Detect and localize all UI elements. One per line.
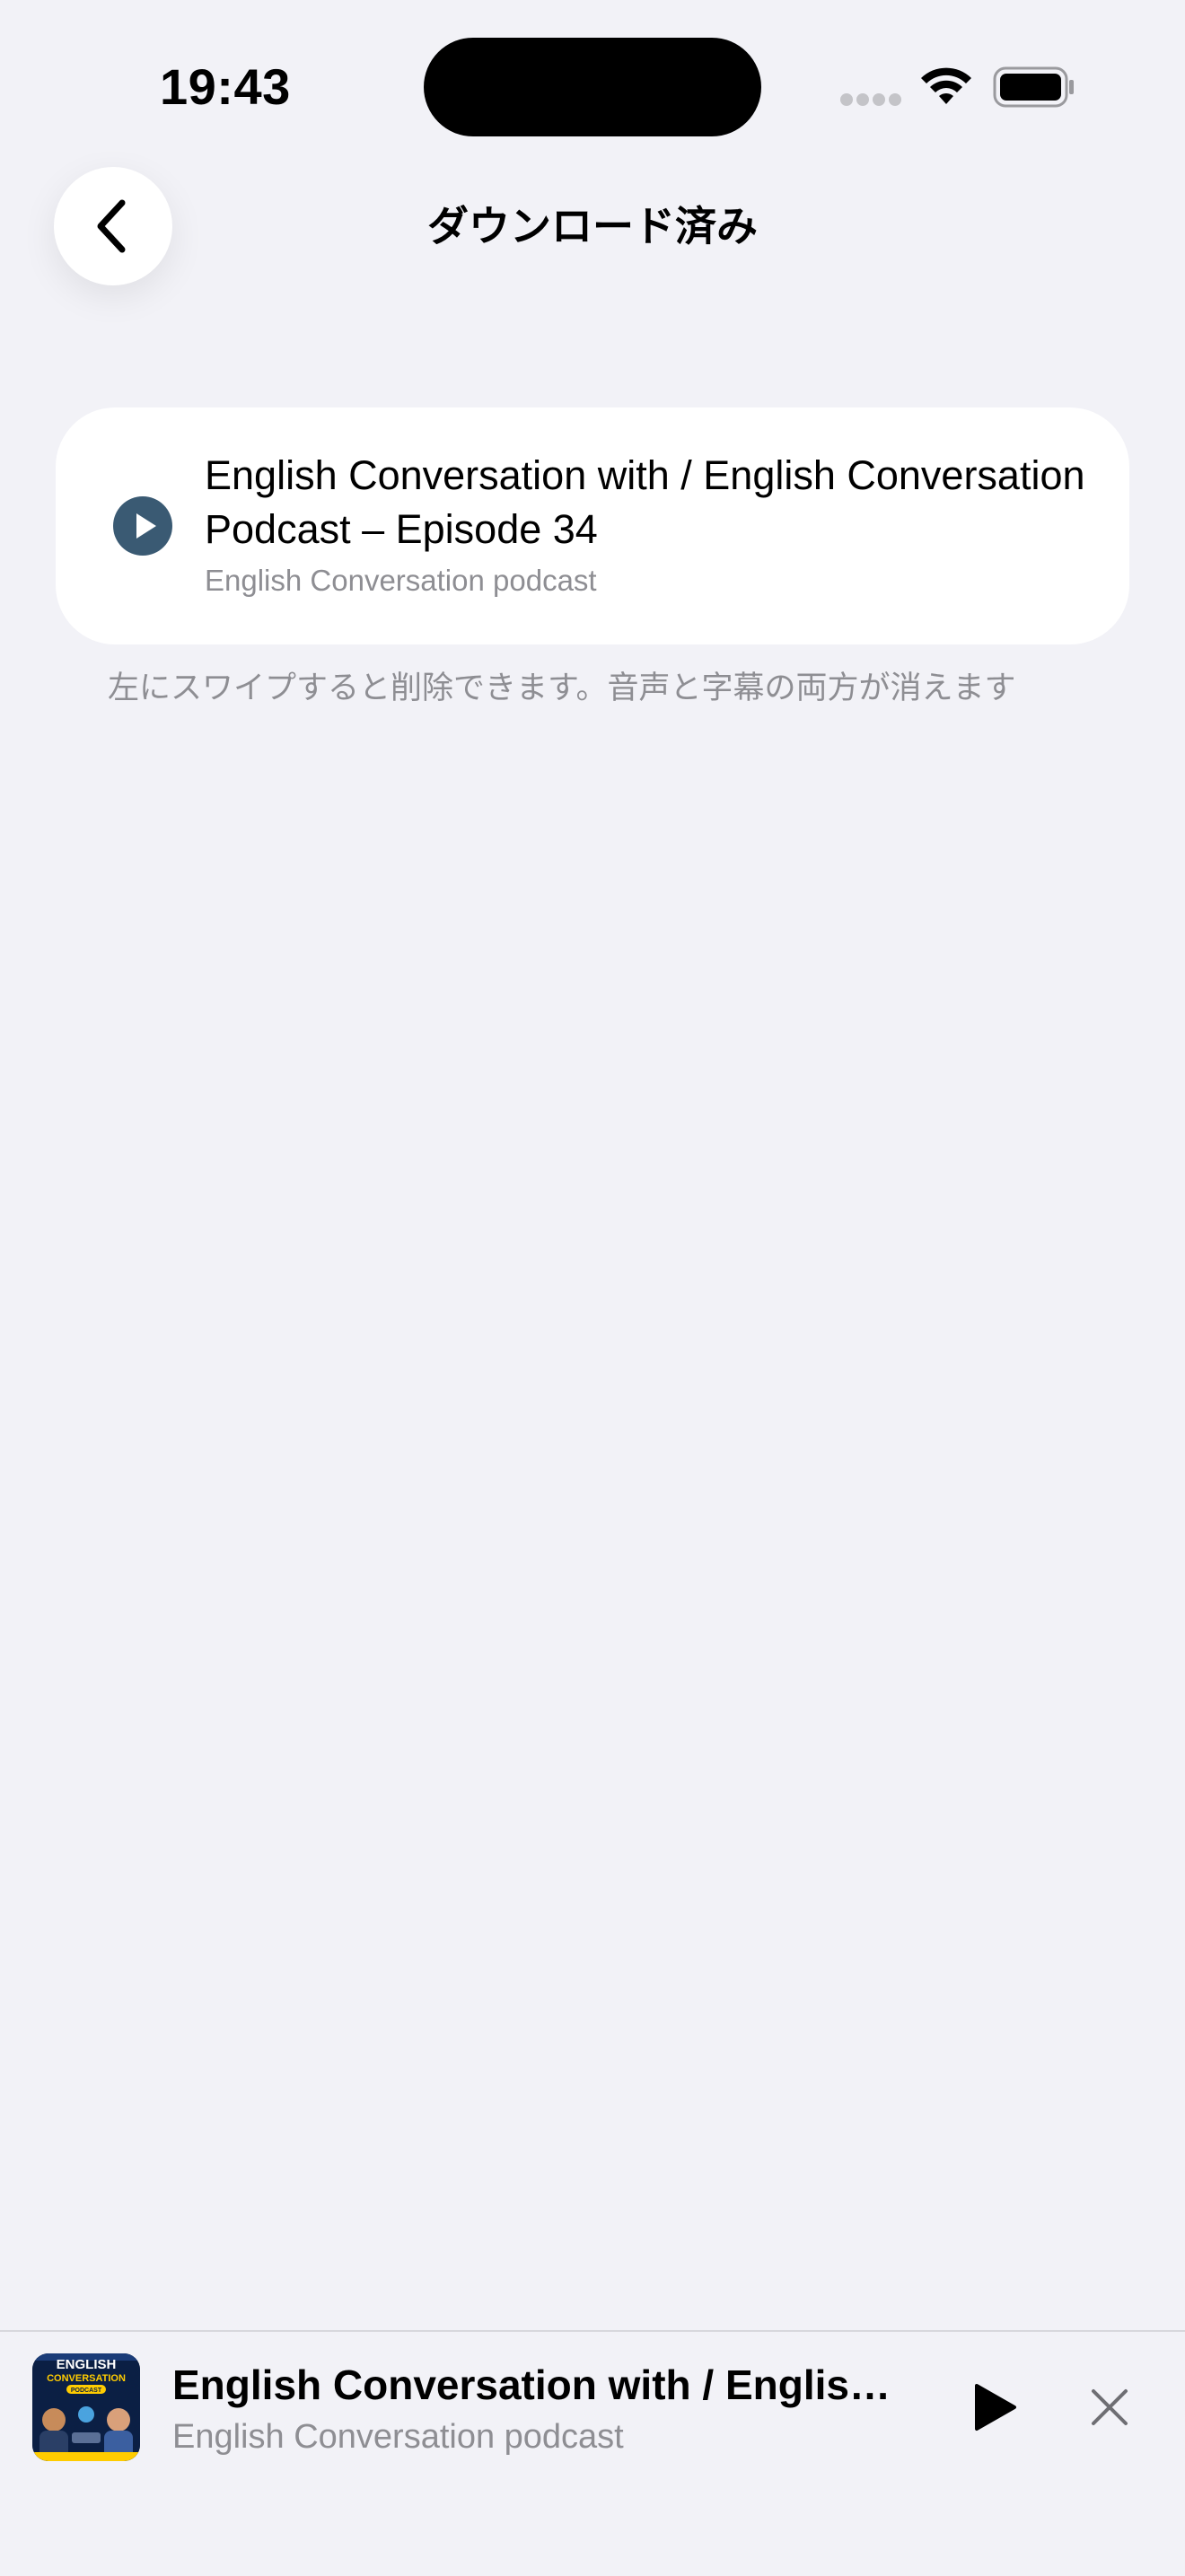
download-list-item[interactable]: English Conversation with / English Conv… — [56, 407, 1129, 644]
podcast-artwork: ENGLISH CONVERSATION PODCAST — [32, 2353, 140, 2461]
play-icon[interactable] — [964, 2379, 1022, 2436]
artwork-line-1: ENGLISH — [57, 2357, 117, 2372]
battery-icon — [993, 66, 1074, 108]
mini-player[interactable]: ENGLISH CONVERSATION PODCAST English Con… — [0, 2330, 1185, 2576]
close-icon[interactable] — [1086, 2384, 1133, 2431]
page-title: ダウンロード済み — [427, 202, 758, 250]
mini-player-subtitle: English Conversation podcast — [172, 2418, 624, 2456]
swipe-hint-text: 左にスワイプすると削除できます。音声と字幕の両方が消えます — [108, 670, 1016, 706]
mini-player-title: English Conversation with / English... — [172, 2361, 891, 2408]
chevron-left-icon — [97, 199, 126, 253]
artwork-line-2: CONVERSATION — [47, 2373, 126, 2384]
cellular-signal-icon — [840, 93, 901, 106]
episode-podcast-name: English Conversation podcast — [205, 564, 597, 597]
episode-title: English Conversation with / English Conv… — [205, 452, 1085, 552]
wifi-icon — [921, 67, 971, 104]
back-button[interactable] — [54, 167, 172, 285]
artwork-line-3: PODCAST — [71, 2388, 102, 2394]
dynamic-island — [424, 38, 761, 136]
play-circle-icon[interactable] — [113, 496, 172, 556]
status-time: 19:43 — [160, 58, 291, 115]
